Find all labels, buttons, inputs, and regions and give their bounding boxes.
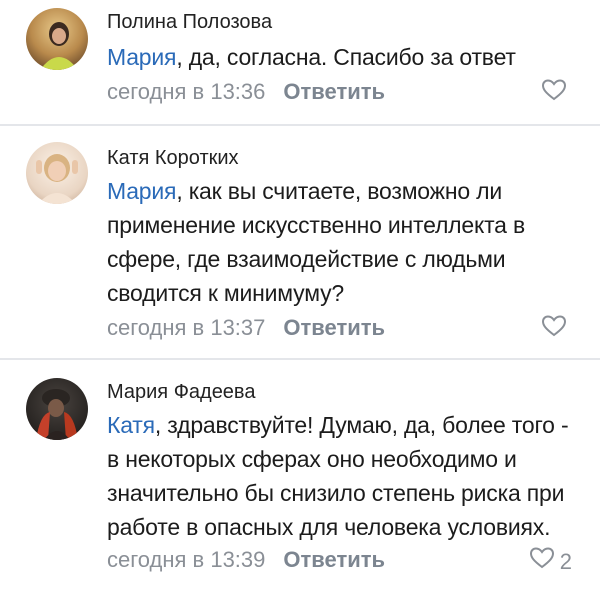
comment-text: Мария, да, согласна. Спасибо за ответ <box>107 40 582 74</box>
comment-body: , да, согласна. Спасибо за ответ <box>176 44 516 70</box>
comment-body: , здравствуйте! Думаю, да, более того - … <box>107 412 569 540</box>
heart-outline-icon <box>541 78 567 110</box>
comment-time[interactable]: сегодня в 13:37 <box>107 315 265 340</box>
comments-thread: Полина Полозова Мария, да, согласна. Спа… <box>0 0 600 600</box>
heart-outline-icon <box>541 314 567 346</box>
mention-link[interactable]: Мария <box>107 44 177 70</box>
avatar[interactable] <box>26 378 88 440</box>
comment-meta: сегодня в 13:37 Ответить <box>107 312 582 344</box>
avatar[interactable] <box>26 142 88 204</box>
reply-button[interactable]: Ответить <box>283 547 385 572</box>
mention-link[interactable]: Катя <box>107 412 155 438</box>
like-button[interactable] <box>541 314 572 346</box>
like-count: 2 <box>559 549 572 574</box>
comment-text: Катя, здравствуйте! Думаю, да, более тог… <box>107 408 582 544</box>
comment-author[interactable]: Полина Полозова <box>107 10 582 36</box>
like-button[interactable]: 2 <box>529 546 572 578</box>
comment-meta: сегодня в 13:36 Ответить <box>107 76 582 108</box>
comment-author[interactable]: Мария Фадеева <box>107 380 582 406</box>
comment-author[interactable]: Катя Коротких <box>107 146 582 172</box>
comment-time[interactable]: сегодня в 13:36 <box>107 79 265 104</box>
mention-link[interactable]: Мария <box>107 178 177 204</box>
comment-time[interactable]: сегодня в 13:39 <box>107 547 265 572</box>
divider <box>0 124 600 126</box>
reply-button[interactable]: Ответить <box>283 315 385 340</box>
reply-button[interactable]: Ответить <box>283 79 385 104</box>
comment-meta: сегодня в 13:39 Ответить 2 <box>107 544 582 576</box>
comment-text: Мария, как вы считаете, возможно ли прим… <box>107 174 582 310</box>
heart-outline-icon <box>529 546 554 578</box>
like-button[interactable] <box>541 78 572 110</box>
divider <box>0 358 600 360</box>
avatar[interactable] <box>26 8 88 70</box>
